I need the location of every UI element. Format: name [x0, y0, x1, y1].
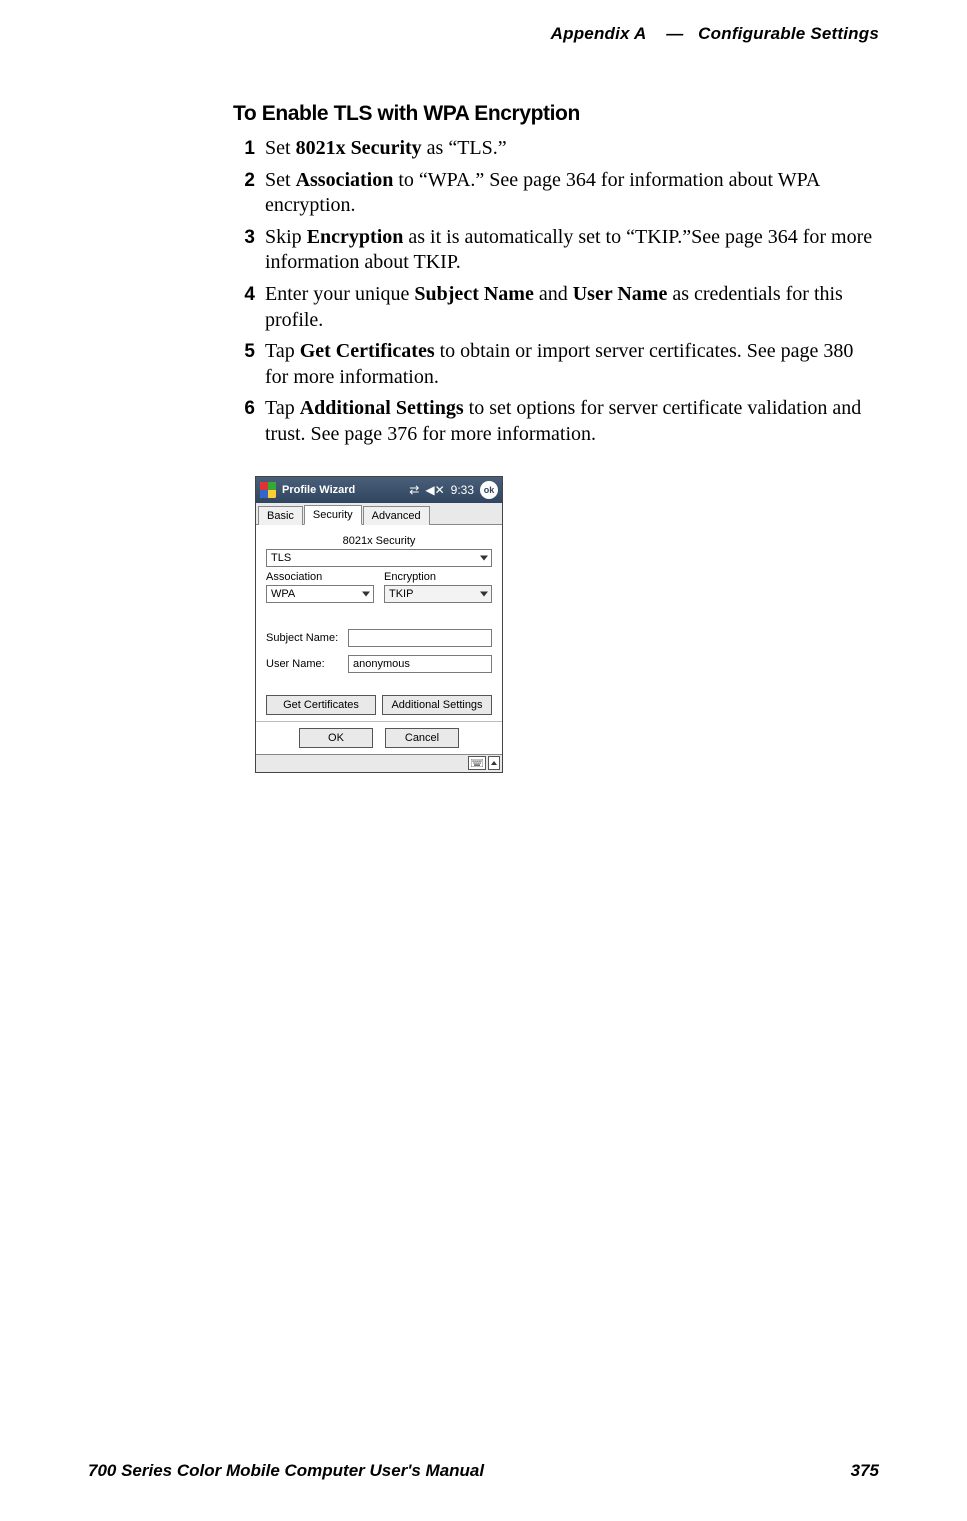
select-association-value: WPA: [271, 588, 295, 600]
start-icon[interactable]: [260, 482, 276, 498]
cancel-button[interactable]: Cancel: [385, 728, 459, 748]
label-encryption: Encryption: [384, 571, 492, 583]
footer-page: 375: [851, 1461, 879, 1481]
additional-settings-button[interactable]: Additional Settings: [382, 695, 492, 715]
step-body: Enter your unique Subject Name and User …: [265, 282, 879, 333]
connectivity-icon[interactable]: ⇄: [409, 483, 419, 497]
step-num: 6: [233, 396, 255, 421]
step-4: 4 Enter your unique Subject Name and Use…: [233, 282, 879, 333]
step-num: 3: [233, 225, 255, 250]
step-2: 2 Set Association to “WPA.” See page 364…: [233, 168, 879, 219]
window-title: Profile Wizard: [282, 484, 403, 496]
section-title: To Enable TLS with WPA Encryption: [233, 102, 879, 126]
running-header: Appendix A — Configurable Settings: [88, 24, 879, 44]
titlebar: Profile Wizard ⇄ ◀✕ 9:33 ok: [256, 477, 502, 503]
chevron-down-icon: [480, 591, 488, 596]
step-num: 5: [233, 339, 255, 364]
get-certificates-button[interactable]: Get Certificates: [266, 695, 376, 715]
step-num: 1: [233, 136, 255, 161]
dialog-buttons: OK Cancel: [256, 721, 502, 754]
label-association: Association: [266, 571, 374, 583]
steps-list: 1 Set 8021x Security as “TLS.” 2 Set Ass…: [233, 136, 879, 448]
step-body: Tap Get Certificates to obtain or import…: [265, 339, 879, 390]
step-3: 3 Skip Encryption as it is automatically…: [233, 225, 879, 276]
volume-icon[interactable]: ◀✕: [425, 483, 444, 497]
header-section: Configurable Settings: [698, 24, 879, 43]
label-subject-name: Subject Name:: [266, 632, 348, 644]
keyboard-icon[interactable]: [468, 756, 486, 770]
label-user-name: User Name:: [266, 658, 348, 670]
tab-advanced[interactable]: Advanced: [363, 506, 430, 525]
page: Appendix A — Configurable Settings To En…: [0, 0, 967, 1521]
step-body: Tap Additional Settings to set options f…: [265, 396, 879, 447]
header-sep: —: [666, 24, 683, 43]
tab-basic[interactable]: Basic: [258, 506, 303, 525]
chevron-down-icon: [480, 555, 488, 560]
select-association[interactable]: WPA: [266, 585, 374, 603]
ok-button[interactable]: OK: [299, 728, 373, 748]
step-body: Set Association to “WPA.” See page 364 f…: [265, 168, 879, 219]
titlebar-icons: ⇄ ◀✕ 9:33 ok: [409, 481, 498, 499]
sip-up-icon[interactable]: [488, 756, 500, 770]
step-1: 1 Set 8021x Security as “TLS.”: [233, 136, 879, 162]
footer-manual: 700 Series Color Mobile Computer User's …: [88, 1461, 484, 1481]
step-6: 6 Tap Additional Settings to set options…: [233, 396, 879, 447]
ok-button[interactable]: ok: [480, 481, 498, 499]
select-encryption-value: TKIP: [389, 588, 413, 600]
select-8021x-value: TLS: [271, 552, 291, 564]
select-8021x-security[interactable]: TLS: [266, 549, 492, 567]
step-5: 5 Tap Get Certificates to obtain or impo…: [233, 339, 879, 390]
tab-security[interactable]: Security: [304, 505, 362, 525]
label-8021x: 8021x Security: [266, 535, 492, 547]
profile-wizard-window: Profile Wizard ⇄ ◀✕ 9:33 ok Basic Securi…: [255, 476, 503, 773]
select-encryption[interactable]: TKIP: [384, 585, 492, 603]
step-body: Skip Encryption as it is automatically s…: [265, 225, 879, 276]
input-user-name[interactable]: anonymous: [348, 655, 492, 673]
security-panel: 8021x Security TLS Association WPA Encr: [256, 525, 502, 721]
chevron-down-icon: [362, 591, 370, 596]
step-body: Set 8021x Security as “TLS.”: [265, 136, 879, 162]
sip-bar: [256, 754, 502, 772]
footer: 700 Series Color Mobile Computer User's …: [88, 1461, 879, 1481]
input-subject-name[interactable]: [348, 629, 492, 647]
clock[interactable]: 9:33: [451, 483, 474, 497]
header-appendix: Appendix A: [551, 24, 647, 43]
content: To Enable TLS with WPA Encryption 1 Set …: [233, 102, 879, 773]
tab-strip: Basic Security Advanced: [256, 503, 502, 525]
input-user-name-value: anonymous: [353, 658, 410, 670]
step-num: 2: [233, 168, 255, 193]
step-num: 4: [233, 282, 255, 307]
